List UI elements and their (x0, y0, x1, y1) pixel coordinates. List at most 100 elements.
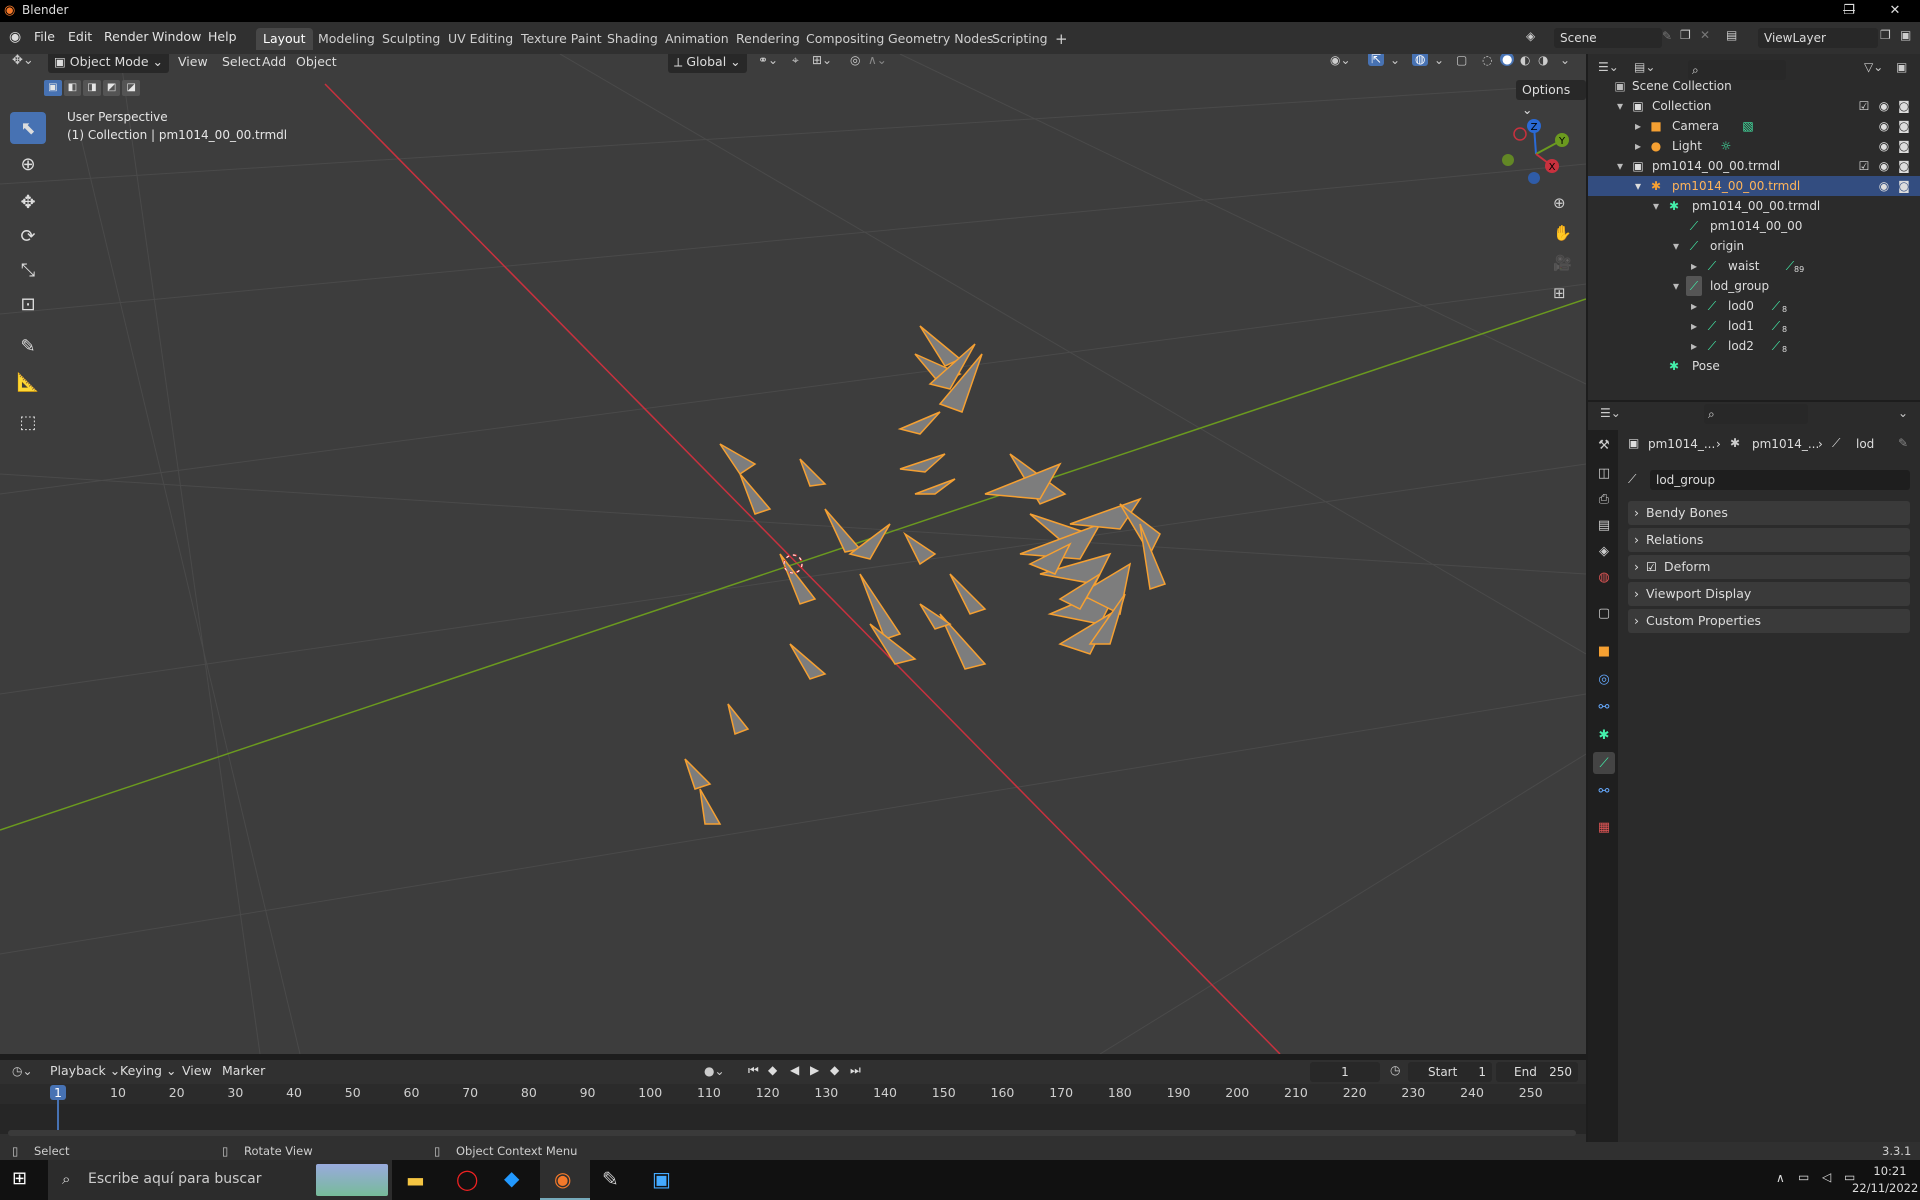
eye-icon[interactable]: ◉ (1876, 136, 1892, 156)
exclude-checkbox-icon[interactable]: ☑ (1856, 156, 1872, 176)
rendered-shading-icon[interactable]: ◑ (1538, 54, 1548, 67)
transform-tool[interactable]: ⊡ (10, 288, 46, 320)
tab-sculpting[interactable]: Sculpting (375, 28, 447, 50)
constraints-tab-icon[interactable]: ⚯ (1593, 696, 1615, 718)
gizmo-neg-x[interactable] (1513, 127, 1527, 141)
tab-rendering[interactable]: Rendering (729, 28, 807, 50)
select-box-tool[interactable]: ⬉ (10, 112, 46, 144)
eye-icon[interactable]: ◉ (1876, 96, 1892, 116)
menu-add[interactable]: Add (256, 54, 292, 73)
armature-data-tab-icon[interactable]: ✱ (1593, 724, 1615, 746)
tab-scripting[interactable]: Scripting (985, 28, 1055, 50)
collection-tab-icon[interactable]: ▢ (1593, 602, 1615, 624)
material-shading-icon[interactable]: ◐ (1520, 54, 1530, 67)
auto-keying-icon[interactable]: ●⌄ (704, 1064, 725, 1078)
camera-render-icon[interactable]: ◙ (1896, 96, 1912, 116)
tab-shading[interactable]: Shading (600, 28, 665, 50)
new-view-layer-icon[interactable]: ❐ (1880, 28, 1891, 42)
timeline-view-menu[interactable]: View (176, 1060, 218, 1082)
ortho-grid-icon[interactable]: ⊞ (1553, 284, 1566, 302)
xray-icon[interactable]: ▢ (1456, 54, 1467, 67)
gizmo-menu-icon[interactable]: ⌄ (1390, 54, 1400, 67)
expand-arrow-icon[interactable]: ▾ (1668, 276, 1684, 296)
overlays-toggle-icon[interactable]: ◍ (1412, 54, 1429, 66)
expand-arrow-icon[interactable]: ▸ (1686, 256, 1702, 276)
scene-field[interactable]: Scene (1554, 28, 1662, 48)
scene-tab-icon[interactable]: ◈ (1593, 540, 1615, 562)
camera-render-icon[interactable]: ◙ (1896, 116, 1912, 136)
tab-texture-paint[interactable]: Texture Paint (514, 28, 609, 50)
scene-icon[interactable]: ◈ (1526, 29, 1535, 43)
cursor-tool[interactable]: ⊕ (10, 148, 46, 180)
start-frame-field[interactable]: Start 1 (1408, 1062, 1492, 1082)
world-tab-icon[interactable]: ◍ (1593, 566, 1615, 588)
expand-arrow-icon[interactable]: ▸ (1686, 336, 1702, 356)
eye-icon[interactable]: ◉ (1876, 176, 1892, 196)
expand-arrow-icon[interactable]: ▾ (1648, 196, 1664, 216)
blender-menu-icon[interactable]: ◉ (9, 29, 21, 45)
end-frame-field[interactable]: End 250 (1496, 1062, 1578, 1082)
network-icon[interactable]: ▭ (1798, 1170, 1809, 1184)
bone-name-input[interactable]: lod_group (1650, 470, 1910, 490)
render-tab-icon[interactable]: ◫ (1593, 462, 1615, 484)
volume-icon[interactable]: ◁ (1822, 1170, 1831, 1184)
add-workspace-icon[interactable]: + (1048, 28, 1075, 50)
properties-options-icon[interactable]: ⌄ (1898, 406, 1908, 420)
navigation-gizmo[interactable]: Z Y X (1496, 114, 1576, 194)
outliner-row-bone-lod2[interactable]: ▸ ⟋ lod2 ⟋ 8 (1588, 336, 1920, 356)
menu-view[interactable]: View (172, 54, 214, 73)
new-collection-icon[interactable]: ▣ (1896, 60, 1907, 74)
deform-checkbox[interactable]: ☑ (1646, 555, 1657, 579)
current-frame-field[interactable]: 1 (1310, 1062, 1380, 1082)
menu-help[interactable]: Help (208, 29, 237, 44)
timeline-editor[interactable]: ◷⌄ Playback ⌄ Keying ⌄ View Marker ●⌄ ⏮ … (0, 1060, 1586, 1142)
marker-menu[interactable]: Marker (216, 1060, 271, 1082)
tab-uv-editing[interactable]: UV Editing (441, 28, 520, 50)
camera-view-icon[interactable]: 🎥 (1553, 254, 1572, 272)
tab-geometry-nodes[interactable]: Geometry Nodes (881, 28, 1000, 50)
panel-deform[interactable]: › ☑ Deform (1628, 555, 1910, 579)
tool-tab-icon[interactable]: ⚒ (1593, 434, 1615, 456)
taskbar-search-box[interactable]: ⌕ Escribe aquí para buscar (48, 1160, 392, 1200)
outliner-row-camera[interactable]: ▸ ■ Camera ▧ ◉ ◙ (1588, 116, 1920, 136)
paint-app-icon[interactable]: ✎ (602, 1167, 619, 1191)
display-mode-icon[interactable]: ▤⌄ (1634, 60, 1655, 74)
wireframe-shading-icon[interactable]: ◌ (1482, 54, 1492, 67)
outliner-row-bone-lod1[interactable]: ▸ ⟋ lod1 ⟋ 8 (1588, 316, 1920, 336)
gizmo-neg-z[interactable] (1528, 172, 1540, 184)
play-reverse-icon[interactable]: ◀ (790, 1063, 799, 1077)
timeline-editor-type-icon[interactable]: ◷⌄ (12, 1064, 33, 1078)
remove-view-layer-icon[interactable]: ▣ (1900, 28, 1911, 42)
pin-icon[interactable]: ✎ (1662, 29, 1672, 43)
tab-layout[interactable]: Layout (256, 28, 313, 50)
snap-icon[interactable]: ⌖ (792, 54, 799, 68)
rotate-tool[interactable]: ⟳ (10, 220, 46, 252)
select-subtract-icon[interactable]: ◨ (83, 80, 101, 96)
delete-scene-icon[interactable]: ✕ (1700, 28, 1710, 42)
restore-window-icon[interactable]: ❐ (1826, 0, 1872, 22)
panel-relations[interactable]: › Relations (1628, 528, 1910, 552)
annotate-tool[interactable]: ✎ (10, 330, 46, 362)
app-blue-icon[interactable]: ◆ (504, 1166, 519, 1190)
falloff-icon[interactable]: ∧⌄ (868, 54, 887, 67)
outliner-row-collection[interactable]: ▾ ▣ Collection ☑ ◉ ◙ (1588, 96, 1920, 116)
pan-hand-icon[interactable]: ✋ (1553, 224, 1572, 242)
keying-menu[interactable]: Keying ⌄ (114, 1060, 182, 1082)
expand-arrow-icon[interactable]: ▸ (1686, 296, 1702, 316)
view-layer-field[interactable]: ViewLayer (1758, 28, 1878, 48)
expand-arrow-icon[interactable]: ▸ (1630, 116, 1646, 136)
menu-window[interactable]: Window (152, 29, 201, 44)
object-tab-icon[interactable]: ■ (1593, 640, 1615, 662)
blender-taskbar-button[interactable]: ◉ (540, 1160, 590, 1200)
properties-search-input[interactable]: ⌕ (1704, 404, 1808, 424)
physics-tab-icon[interactable]: ◎ (1593, 668, 1615, 690)
expand-arrow-icon[interactable]: ▾ (1612, 156, 1628, 176)
opera-browser-icon[interactable]: ◯ (456, 1167, 478, 1191)
eye-icon[interactable]: ◉ (1876, 156, 1892, 176)
bone-constraints-tab-icon[interactable]: ⚯ (1593, 780, 1615, 802)
jump-keyframe-forward-icon[interactable]: ◆ (830, 1063, 839, 1077)
outliner-row-armature-object[interactable]: ▾ ✱ pm1014_00_00.trmdl ◉ ◙ (1588, 176, 1920, 196)
outliner-row-pose[interactable]: ✱ Pose (1588, 356, 1920, 376)
pin-icon[interactable]: ✎ (1898, 436, 1908, 450)
properties-editor-type-icon[interactable]: ☰⌄ (1600, 406, 1621, 420)
